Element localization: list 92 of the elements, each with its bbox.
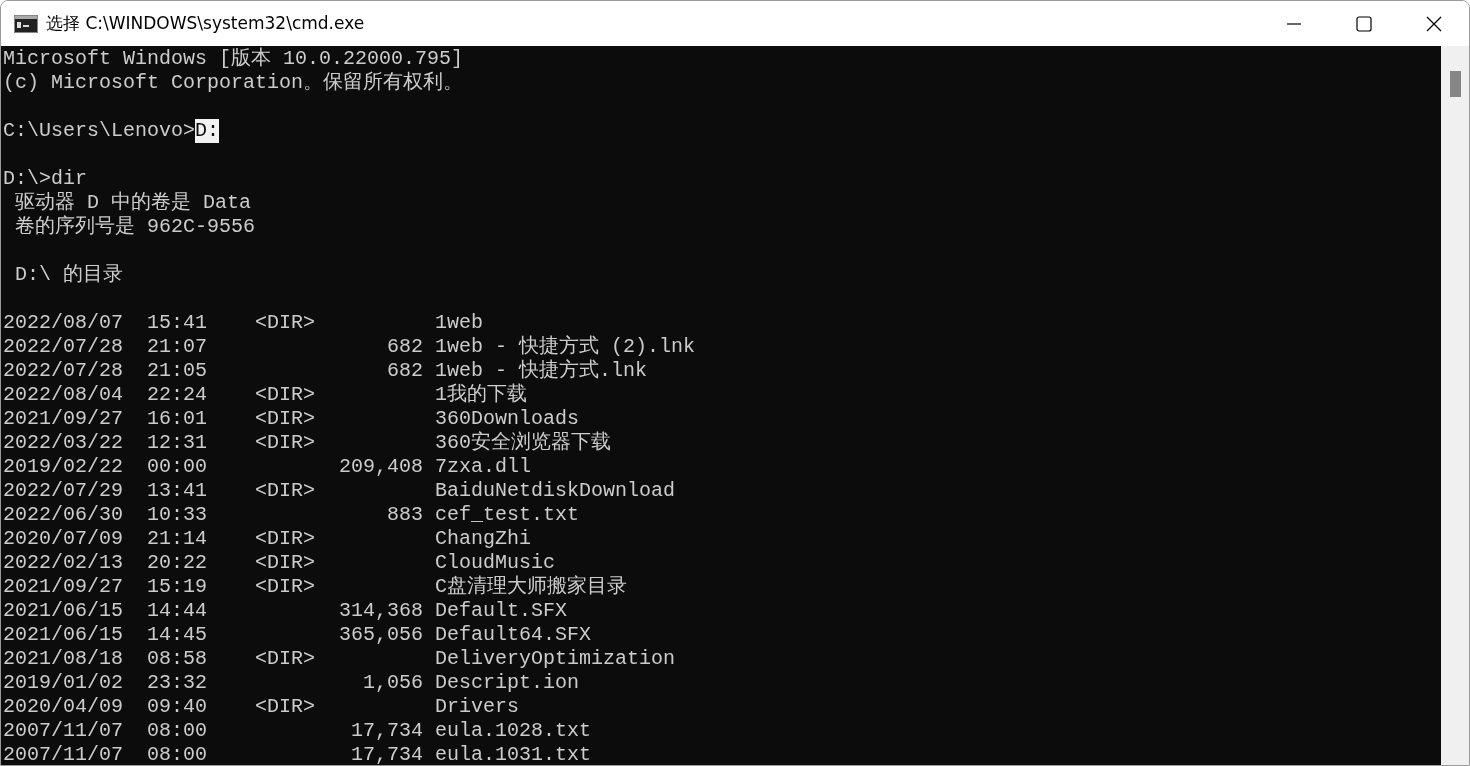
selected-command: D:	[195, 119, 220, 143]
time-text: 15:19	[147, 575, 208, 599]
prompt-text: C:\Users\Lenovo>	[3, 119, 196, 143]
date-text: 2019/01/02	[3, 671, 124, 695]
prompt-text: D:\>	[3, 167, 51, 191]
time-text: 08:00	[147, 743, 208, 765]
date-text: 2022/03/22	[3, 431, 124, 455]
file-size: 314,368	[339, 599, 424, 623]
time-text: 12:31	[147, 431, 208, 455]
directory-tag: <DIR>	[255, 383, 316, 407]
file-name: Descript.ion	[435, 671, 580, 695]
date-text: 2021/06/15	[3, 599, 124, 623]
time-text: 08:58	[147, 647, 208, 671]
directory-tag: <DIR>	[255, 407, 316, 431]
time-text: 09:40	[147, 695, 208, 719]
file-size: 17,734	[351, 719, 424, 743]
time-text: 20:22	[147, 551, 208, 575]
scrollbar[interactable]	[1441, 46, 1469, 765]
close-icon	[1426, 15, 1442, 32]
date-text: 2007/11/07	[3, 743, 124, 765]
file-name: DeliveryOptimization	[435, 647, 676, 671]
date-text: 2021/08/18	[3, 647, 124, 671]
console-line: 卷的序列号是 962C-9556	[15, 215, 256, 239]
command-text: dir	[51, 167, 88, 191]
file-name: 1web	[435, 311, 484, 335]
maximize-icon	[1356, 15, 1372, 32]
file-name: 1我的下载	[435, 383, 528, 407]
file-size: 883	[387, 503, 424, 527]
directory-tag: <DIR>	[255, 311, 316, 335]
date-text: 2020/07/09	[3, 527, 124, 551]
minimize-icon	[1287, 22, 1301, 25]
console-line: 驱动器 D 中的卷是 Data	[15, 191, 251, 215]
file-name: C盘清理大师搬家目录	[435, 575, 628, 599]
file-name: CloudMusic	[435, 551, 556, 575]
file-name: BaiduNetdiskDownload	[435, 479, 676, 503]
scrollbar-thumb[interactable]	[1449, 71, 1461, 97]
file-name: 1web - 快捷方式 (2).lnk	[435, 335, 696, 359]
date-text: 2021/09/27	[3, 407, 124, 431]
date-text: 2021/06/15	[3, 623, 124, 647]
time-text: 23:32	[147, 671, 208, 695]
file-name: Drivers	[435, 695, 520, 719]
date-text: 2019/02/22	[3, 455, 124, 479]
date-text: 2022/07/29	[3, 479, 124, 503]
file-name: Default.SFX	[435, 599, 568, 623]
time-text: 21:14	[147, 527, 208, 551]
file-name: 7zxa.dll	[435, 455, 532, 479]
file-size: 682	[387, 359, 424, 383]
time-text: 14:44	[147, 599, 208, 623]
file-name: 360安全浏览器下载	[435, 431, 612, 455]
time-text: 21:07	[147, 335, 208, 359]
time-text: 22:24	[147, 383, 208, 407]
file-name: 360Downloads	[435, 407, 580, 431]
date-text: 2022/08/07	[3, 311, 124, 335]
date-text: 2022/02/13	[3, 551, 124, 575]
date-text: 2007/11/07	[3, 719, 124, 743]
time-text: 08:00	[147, 719, 208, 743]
time-text: 15:41	[147, 311, 208, 335]
directory-tag: <DIR>	[255, 527, 316, 551]
file-name: 1web - 快捷方式.lnk	[435, 359, 648, 383]
date-text: 2022/08/04	[3, 383, 124, 407]
directory-tag: <DIR>	[255, 575, 316, 599]
time-text: 21:05	[147, 359, 208, 383]
file-name: eula.1031.txt	[435, 743, 592, 765]
directory-tag: <DIR>	[255, 431, 316, 455]
time-text: 16:01	[147, 407, 208, 431]
directory-tag: <DIR>	[255, 695, 316, 719]
date-text: 2021/09/27	[3, 575, 124, 599]
console-line: Microsoft Windows [版本 10.0.22000.795]	[3, 47, 464, 71]
time-text: 13:41	[147, 479, 208, 503]
file-name: eula.1028.txt	[435, 719, 592, 743]
time-text: 14:45	[147, 623, 208, 647]
date-text: 2022/07/28	[3, 359, 124, 383]
time-text: 00:00	[147, 455, 208, 479]
console-app-icon	[14, 14, 38, 33]
console-line: (c) Microsoft Corporation。保留所有权利。	[3, 71, 464, 95]
console-line: D:\ 的目录	[15, 263, 123, 287]
file-size: 209,408	[339, 455, 424, 479]
directory-tag: <DIR>	[255, 479, 316, 503]
file-size: 365,056	[339, 623, 424, 647]
directory-tag: <DIR>	[255, 647, 316, 671]
date-text: 2022/06/30	[3, 503, 124, 527]
window-title: 选择 C:\WINDOWS\system32\cmd.exe	[46, 11, 365, 35]
date-text: 2020/04/09	[3, 695, 124, 719]
directory-tag: <DIR>	[255, 551, 316, 575]
time-text: 10:33	[147, 503, 208, 527]
file-size: 17,734	[351, 743, 424, 765]
file-name: ChangZhi	[435, 527, 532, 551]
file-name: Default64.SFX	[435, 623, 592, 647]
file-size: 1,056	[363, 671, 424, 695]
date-text: 2022/07/28	[3, 335, 124, 359]
file-name: cef_test.txt	[435, 503, 580, 527]
file-size: 682	[387, 335, 424, 359]
